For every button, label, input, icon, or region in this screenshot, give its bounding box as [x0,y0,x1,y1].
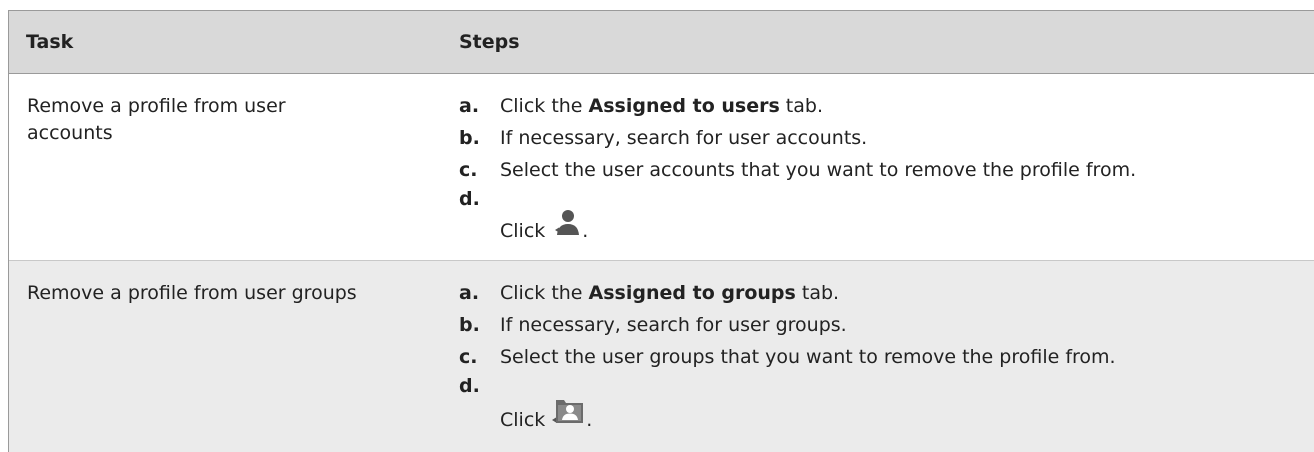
table-header: Task Steps [9,10,1314,74]
step-text: Click the [500,282,589,304]
step-text: Click [500,220,546,242]
step-item: a. Click the Assigned to groups tab. [459,280,1299,307]
task-cell: Remove a profile from user accounts [27,95,286,144]
steps-list: a. Click the Assigned to groups tab. b. … [459,280,1299,431]
step-item: d. Click . [459,188,1299,242]
step-item: c. Select the user accounts that you wan… [459,157,1299,184]
step-letter: b. [459,127,480,149]
step-text: Select the user groups that you want to … [500,346,1116,368]
table-row: Remove a profile from user groups a. Cli… [9,261,1314,452]
steps-list: a. Click the Assigned to users tab. b. I… [459,93,1299,244]
step-letter: c. [459,346,478,368]
step-item: b. If necessary, search for user account… [459,125,1299,152]
step-text: tab. [795,282,840,304]
step-item: a. Click the Assigned to users tab. [459,93,1299,120]
step-text: tab. [779,95,823,117]
step-letter: a. [459,95,480,117]
step-item: b. If necessary, search for user groups. [459,312,1299,339]
task-cell: Remove a profile from user groups [27,282,357,304]
step-text: Select the user accounts that you want t… [500,159,1137,181]
step-text: Click the [500,95,589,117]
step-letter: c. [459,159,478,181]
step-item: d. Click . [459,375,1299,431]
step-letter: a. [459,282,480,304]
header-task: Task [26,31,74,53]
step-letter: d. [459,375,480,397]
remove-user-icon [551,209,581,245]
table-row: Remove a profile from user accounts a. C… [9,74,1314,261]
procedure-table: Task Steps Remove a profile from user ac… [8,10,1314,452]
step-text: . [582,220,589,242]
step-text: Click [500,409,546,431]
step-bold-text: Assigned to users [588,95,780,117]
step-text: If necessary, search for user accounts. [500,127,868,149]
step-item: c. Select the user groups that you want … [459,344,1299,371]
step-letter: b. [459,314,480,336]
header-steps: Steps [459,31,520,53]
remove-group-icon [551,396,585,434]
step-text: If necessary, search for user groups. [500,314,847,336]
step-letter: d. [459,188,480,210]
step-bold-text: Assigned to groups [588,282,796,304]
step-text: . [586,409,593,431]
